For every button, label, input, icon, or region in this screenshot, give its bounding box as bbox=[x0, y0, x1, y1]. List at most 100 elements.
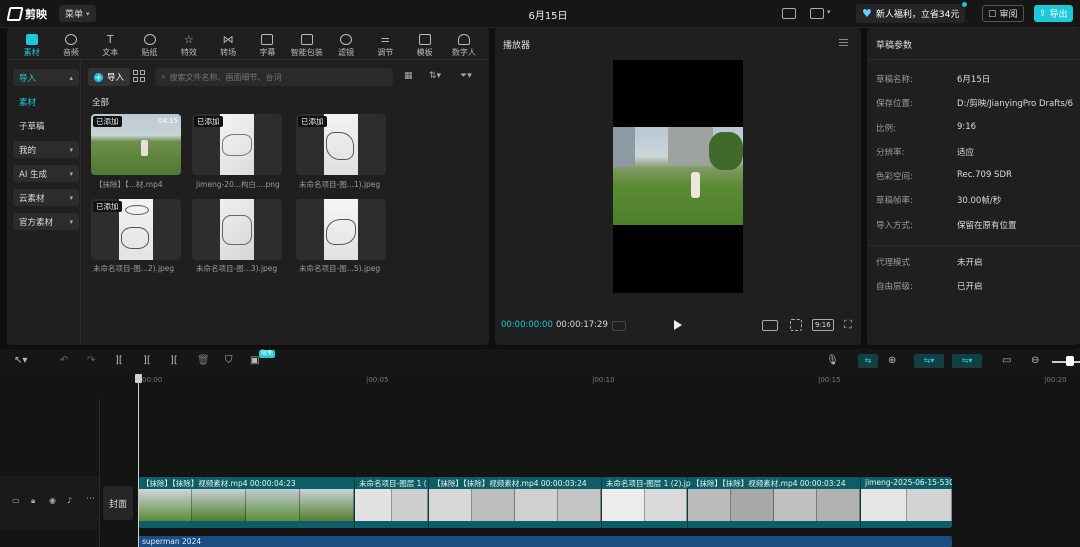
link-icon[interactable]: ⊕ bbox=[888, 355, 896, 366]
media-item-6[interactable] bbox=[296, 199, 386, 260]
tab-label: 智能包装 bbox=[290, 48, 323, 57]
eye-icon[interactable]: ◉ bbox=[49, 496, 56, 505]
microphone-icon[interactable]: 🎙 bbox=[826, 355, 839, 366]
player-menu-icon[interactable] bbox=[839, 39, 848, 46]
quality-icon[interactable] bbox=[762, 320, 778, 331]
param-key: 分辨率: bbox=[876, 148, 905, 158]
audio-track[interactable]: superman 2024 bbox=[138, 536, 952, 547]
filter-icon[interactable]: ⏷▾ bbox=[460, 71, 472, 81]
import-button[interactable]: + 导入 bbox=[88, 68, 131, 86]
thumbnail-sketch bbox=[222, 215, 252, 245]
media-item-3[interactable]: 已添加 bbox=[296, 114, 386, 175]
params-divider bbox=[867, 59, 1080, 60]
cover-button[interactable]: 封面 bbox=[103, 486, 133, 520]
video-track: 【抹除】【抹除】视频素材.mp4 00:00:04:23 未命名项目-图层 1 … bbox=[138, 477, 952, 528]
select-tool-icon[interactable]: ↖▾ bbox=[14, 355, 27, 366]
caption-icon[interactable]: ▭ bbox=[1002, 355, 1011, 366]
ratio-button[interactable]: 9:16 bbox=[812, 319, 834, 331]
tab-transition[interactable]: ⋈ 转场 bbox=[208, 30, 247, 58]
undo-icon[interactable]: ↶ bbox=[60, 355, 68, 366]
redo-icon[interactable]: ↷ bbox=[87, 355, 95, 366]
preview-person bbox=[691, 172, 700, 198]
timeline-clip[interactable]: 未命名项目-图层 1 (2).jp bbox=[602, 477, 691, 528]
sidebar-item-material[interactable]: 素材 bbox=[13, 93, 79, 110]
param-value: 未开启 bbox=[957, 258, 983, 268]
sticker-icon bbox=[143, 34, 156, 45]
layout-icon[interactable] bbox=[810, 8, 824, 19]
review-button[interactable]: ▢ 审阅 bbox=[982, 5, 1024, 22]
search-input[interactable] bbox=[169, 72, 370, 82]
split-left-icon[interactable]: ][ bbox=[143, 355, 151, 366]
magnet-icon[interactable]: ⇆ bbox=[858, 354, 878, 368]
sidebar-item-import[interactable]: 导入 ▴ bbox=[13, 69, 79, 86]
ai-tool-icon[interactable]: ▣ bbox=[250, 355, 259, 366]
zoom-out-icon[interactable]: ⊖ bbox=[1031, 355, 1039, 366]
sidebar-item-official[interactable]: 官方素材 ▾ bbox=[13, 213, 79, 230]
play-icon[interactable] bbox=[674, 320, 682, 330]
grid-view-icon[interactable] bbox=[133, 70, 145, 82]
media-item-1[interactable]: 已添加 04:15 bbox=[91, 114, 181, 175]
media-item-label: jimeng-20...构白....png bbox=[196, 180, 280, 189]
export-label: 导出 bbox=[1049, 10, 1068, 20]
view-mode-icon[interactable]: ▦ bbox=[404, 71, 413, 81]
sidebar-item-cloud[interactable]: 云素材 ▾ bbox=[13, 189, 79, 206]
tab-effects[interactable]: ☆ 特效 bbox=[169, 30, 208, 58]
export-button[interactable]: ⇪ 导出 bbox=[1034, 5, 1073, 22]
sidebar-item-ai[interactable]: AI 生成 ▾ bbox=[13, 165, 79, 182]
menu-button[interactable]: 菜单 ▾ bbox=[59, 5, 96, 22]
tab-label: 滤镜 bbox=[338, 48, 355, 57]
review-label: 审阅 bbox=[999, 10, 1018, 20]
zoom-slider-handle[interactable] bbox=[1066, 356, 1074, 366]
timeline-clip[interactable]: 【抹除】【抹除】视频素材.mp4 00:00:03:24 bbox=[429, 477, 602, 528]
tab-filter[interactable]: 滤镜 bbox=[326, 30, 365, 58]
more-icon[interactable]: ⋯ bbox=[86, 494, 95, 504]
lock-icon[interactable]: 🔒︎ bbox=[31, 496, 35, 506]
params-title: 草稿参数 bbox=[876, 41, 913, 51]
total-time: 00:00:17:29 bbox=[556, 320, 608, 330]
media-item-4[interactable]: 已添加 bbox=[91, 199, 181, 260]
playhead[interactable] bbox=[135, 374, 142, 547]
ruler-tick: |00:20 bbox=[1044, 376, 1067, 384]
delete-icon[interactable]: 🗑 bbox=[197, 355, 210, 366]
text-icon: T bbox=[106, 33, 114, 46]
snap-icon[interactable]: ⇋▾ bbox=[952, 354, 982, 368]
marker-icon[interactable]: ⛉ bbox=[225, 355, 233, 366]
tab-adjust[interactable]: ⚌ 调节 bbox=[366, 30, 405, 58]
tab-label: 转场 bbox=[220, 48, 237, 57]
media-item-2[interactable]: 已添加 bbox=[192, 114, 282, 175]
split-right-icon[interactable]: ][ bbox=[170, 355, 178, 366]
sidebar-item-mine[interactable]: 我的 ▾ bbox=[13, 141, 79, 158]
split-icon[interactable]: ][ bbox=[115, 355, 123, 366]
timeline-clip[interactable]: 【抹除】【抹除】视频素材.mp4 00:00:04:23 bbox=[138, 477, 355, 528]
timeline-clip[interactable]: 未命名项目-图层 1 ( bbox=[355, 477, 429, 528]
adjust-icon: ⚌ bbox=[380, 34, 390, 45]
tab-smart-pack[interactable]: 智能包装 bbox=[287, 30, 326, 58]
timeline-clip[interactable]: 【抹除】【抹除】视频素材.mp4 00:00:03:24 bbox=[688, 477, 861, 528]
tab-avatar[interactable]: 数字人 bbox=[444, 30, 483, 58]
tab-template[interactable]: 模板 bbox=[405, 30, 444, 58]
tab-text[interactable]: T 文本 bbox=[91, 30, 130, 58]
preview-canvas[interactable] bbox=[613, 60, 743, 293]
tab-subtitle[interactable]: 字幕 bbox=[248, 30, 287, 58]
param-key: 代理模式 bbox=[876, 258, 911, 268]
param-key: 色彩空间: bbox=[876, 172, 913, 182]
audio-mute-icon[interactable]: ♪ bbox=[67, 496, 72, 505]
media-item-5[interactable] bbox=[192, 199, 282, 260]
timeline-mode-icon[interactable] bbox=[612, 321, 626, 331]
added-badge: 已添加 bbox=[93, 116, 122, 127]
tab-sticker[interactable]: 贴纸 bbox=[130, 30, 169, 58]
shortcut-icon[interactable] bbox=[782, 8, 796, 19]
crop-icon[interactable] bbox=[790, 319, 802, 331]
tab-media[interactable]: 素材 bbox=[12, 30, 51, 58]
layout-chevron-icon[interactable]: ▾ bbox=[827, 8, 831, 16]
tab-audio[interactable]: 音频 bbox=[51, 30, 90, 58]
timeline-clip[interactable]: jimeng-2025-06-15-530 bbox=[861, 477, 952, 528]
promo-button[interactable]: ♥ 新人福利，立省34元 bbox=[856, 2, 968, 23]
preview-axis-icon[interactable]: ⇆▾ bbox=[914, 354, 944, 368]
fullscreen-icon[interactable]: ⛶ bbox=[844, 318, 852, 332]
param-value: Rec.709 SDR bbox=[957, 170, 1012, 180]
player-title: 播放器 bbox=[503, 41, 531, 51]
sidebar-item-subdraft[interactable]: 子草稿 bbox=[13, 117, 79, 134]
param-value: 30.00帧/秒 bbox=[957, 196, 1002, 206]
sort-icon[interactable]: ⇅▾ bbox=[429, 71, 441, 81]
